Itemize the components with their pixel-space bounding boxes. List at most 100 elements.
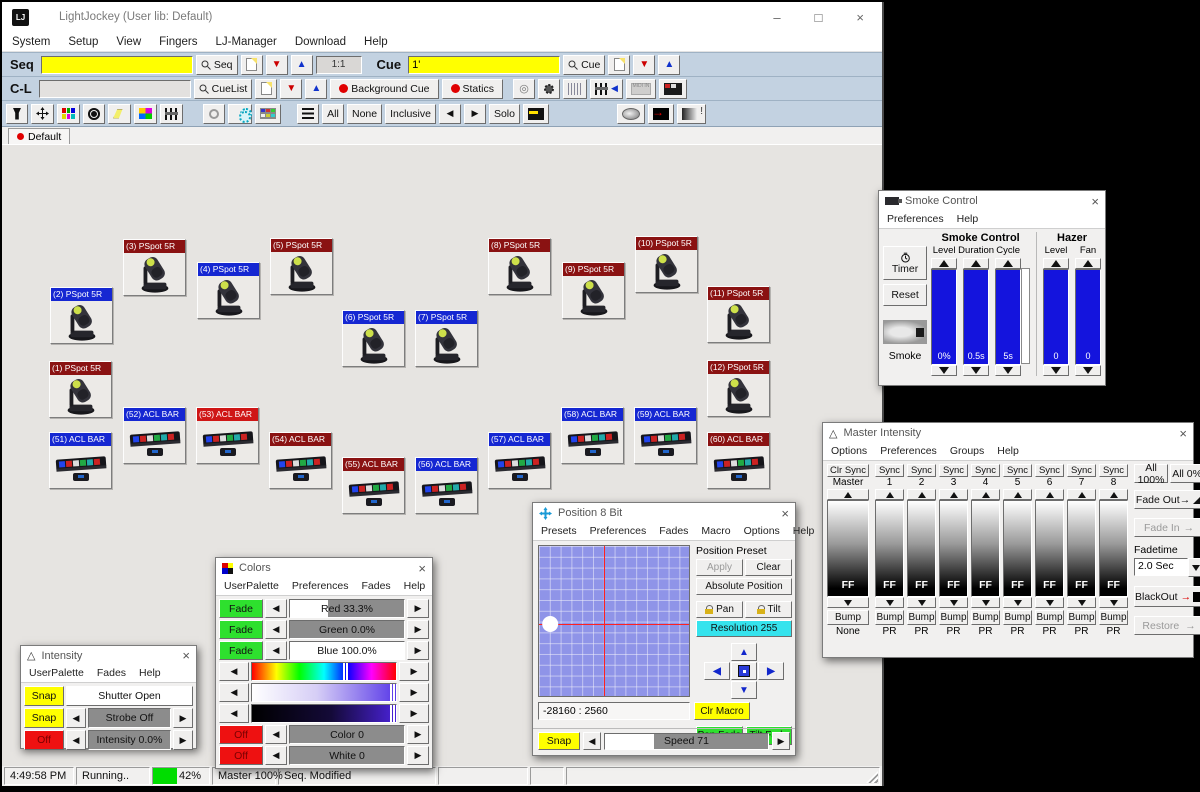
fixture-button[interactable]: (12) PSpot 5R [707,360,770,417]
bump-button[interactable]: Bump [907,610,936,625]
slider-track[interactable]: 0.5s [963,269,989,365]
load-cue-button[interactable]: ▲ [658,55,680,75]
close-icon[interactable]: × [1091,194,1099,209]
nudge-center-button[interactable] [731,662,757,680]
spare-slider[interactable] [1021,268,1030,364]
apply-button[interactable]: Apply [696,559,743,576]
fader-up-button[interactable] [971,489,1000,500]
fader-up-button[interactable] [1003,489,1032,500]
menu-item[interactable]: Setup [68,36,98,48]
intensity-fader[interactable]: FF [971,500,1000,597]
cuelist-input[interactable] [39,80,191,98]
intensity-titlebar[interactable]: △ Intensity × [21,646,196,665]
shutter-open-button[interactable]: Shutter Open [66,686,193,706]
save-cuelist-button[interactable]: ▼ [280,79,302,99]
menu-item[interactable]: Help [404,580,426,592]
fade-out-button[interactable]: Fade Out→ [1134,490,1200,509]
fade-to-black-button[interactable] [648,104,674,124]
macro-gears-button[interactable] [228,104,252,124]
color-wheel-slider[interactable]: Color 0 [289,725,405,744]
slider-up-button[interactable] [995,258,1021,269]
shade-increase-button[interactable]: ▶ [399,704,429,723]
sync-button[interactable]: Sync [939,464,968,477]
slider-down-button[interactable] [963,365,989,376]
bump-button[interactable]: Bump [971,610,1000,625]
fixture-button[interactable]: (57) ACL BAR [488,432,551,489]
fader-down-button[interactable] [827,597,869,608]
fixture-button[interactable]: (9) PSpot 5R [562,262,625,319]
master-fade-button[interactable] [677,104,706,124]
fader-down-button[interactable] [1067,597,1096,608]
save-cue-button[interactable]: ▼ [633,55,655,75]
trackball-button[interactable] [617,104,645,124]
shutter-snap-button[interactable]: Snap [24,686,64,706]
fade-in-button[interactable]: Fade In→ [1134,518,1200,537]
fixture-panel-button[interactable] [255,104,281,124]
intensity-fader[interactable]: FF [1003,500,1032,597]
slider-down-button[interactable] [995,365,1021,376]
fixture-button[interactable]: (59) ACL BAR [634,407,697,464]
blue-increase-button[interactable]: ▶ [407,641,429,660]
red-increase-button[interactable]: ▶ [407,599,429,618]
white-slider[interactable]: White 0 [289,746,405,765]
blue-fade-button[interactable]: Fade [219,641,263,660]
cuelist-search-button[interactable]: CueList [194,79,253,99]
menu-item[interactable]: Fingers [159,36,197,48]
fixture-button[interactable]: (5) PSpot 5R [270,238,333,295]
menu-item[interactable]: Fades [361,580,390,592]
levels-tool-button[interactable] [160,104,183,124]
sync-button[interactable]: Sync [907,464,936,477]
all-0-button[interactable]: All 0% [1170,464,1200,483]
bump-button[interactable]: Bump [1003,610,1032,625]
fixture-button[interactable]: (55) ACL BAR [342,457,405,514]
fadetime-select[interactable]: 2.0 Sec [1134,558,1200,576]
slider-up-button[interactable] [1043,258,1069,269]
nudge-right-button[interactable]: ▶ [758,662,784,680]
sync-button[interactable]: Clr Sync [827,464,869,477]
menu-item[interactable]: Download [295,36,346,48]
shade-gradient-slider[interactable] [251,704,397,723]
speed-down-button[interactable]: ◀ [583,732,601,750]
menu-item[interactable]: Macro [701,525,730,537]
fixture-button[interactable]: (2) PSpot 5R [50,287,113,344]
fader-up-button[interactable] [939,489,968,500]
tint-increase-button[interactable]: ▶ [399,683,429,702]
new-cue-button[interactable] [608,55,630,75]
speed-slider[interactable]: Speed 71 [604,733,769,750]
strobe-next-button[interactable]: ▶ [173,708,193,728]
slider-track[interactable]: 0 [1043,269,1069,365]
menu-item[interactable]: Preferences [880,445,937,457]
intensity-fader[interactable]: FF [827,500,869,597]
strobe-slider[interactable]: Strobe Off [88,708,171,728]
fader-down-button[interactable] [907,597,936,608]
menu-item[interactable]: Help [139,667,161,679]
menu-item[interactable]: View [116,36,141,48]
fixture-button[interactable]: (7) PSpot 5R [415,310,478,367]
menu-item[interactable]: System [12,36,50,48]
minimize-button[interactable]: – [773,10,780,25]
lamp-button[interactable] [203,104,225,124]
red-fade-button[interactable]: Fade [219,599,263,618]
fader-up-button[interactable] [1035,489,1064,500]
background-cue-button[interactable]: Background Cue [330,79,438,99]
blue-slider[interactable]: Blue 100.0% [289,641,405,660]
effects-tool-button[interactable] [134,104,157,124]
absolute-position-button[interactable]: Absolute Position [696,578,792,595]
green-fade-button[interactable]: Fade [219,620,263,639]
fixture-button[interactable]: (4) PSpot 5R [197,262,260,319]
intensity-fader[interactable]: FF [875,500,904,597]
green-increase-button[interactable]: ▶ [407,620,429,639]
fixture-button[interactable]: (51) ACL BAR [49,432,112,489]
intensity-fader[interactable]: FF [1067,500,1096,597]
tint-gradient-slider[interactable] [251,683,397,702]
menu-item[interactable]: LJ-Manager [215,36,276,48]
bump-button[interactable]: Bump [1067,610,1096,625]
fixture-button[interactable]: (58) ACL BAR [561,407,624,464]
slider-up-button[interactable] [963,258,989,269]
color-off-button[interactable]: Off [219,725,263,744]
color-next-button[interactable]: ▶ [407,725,429,744]
tint-decrease-button[interactable]: ◀ [219,683,249,702]
seq-search-button[interactable]: Seq [196,55,238,75]
master-titlebar[interactable]: △ Master Intensity × [823,423,1193,443]
slider-track[interactable]: 0 [1075,269,1101,365]
